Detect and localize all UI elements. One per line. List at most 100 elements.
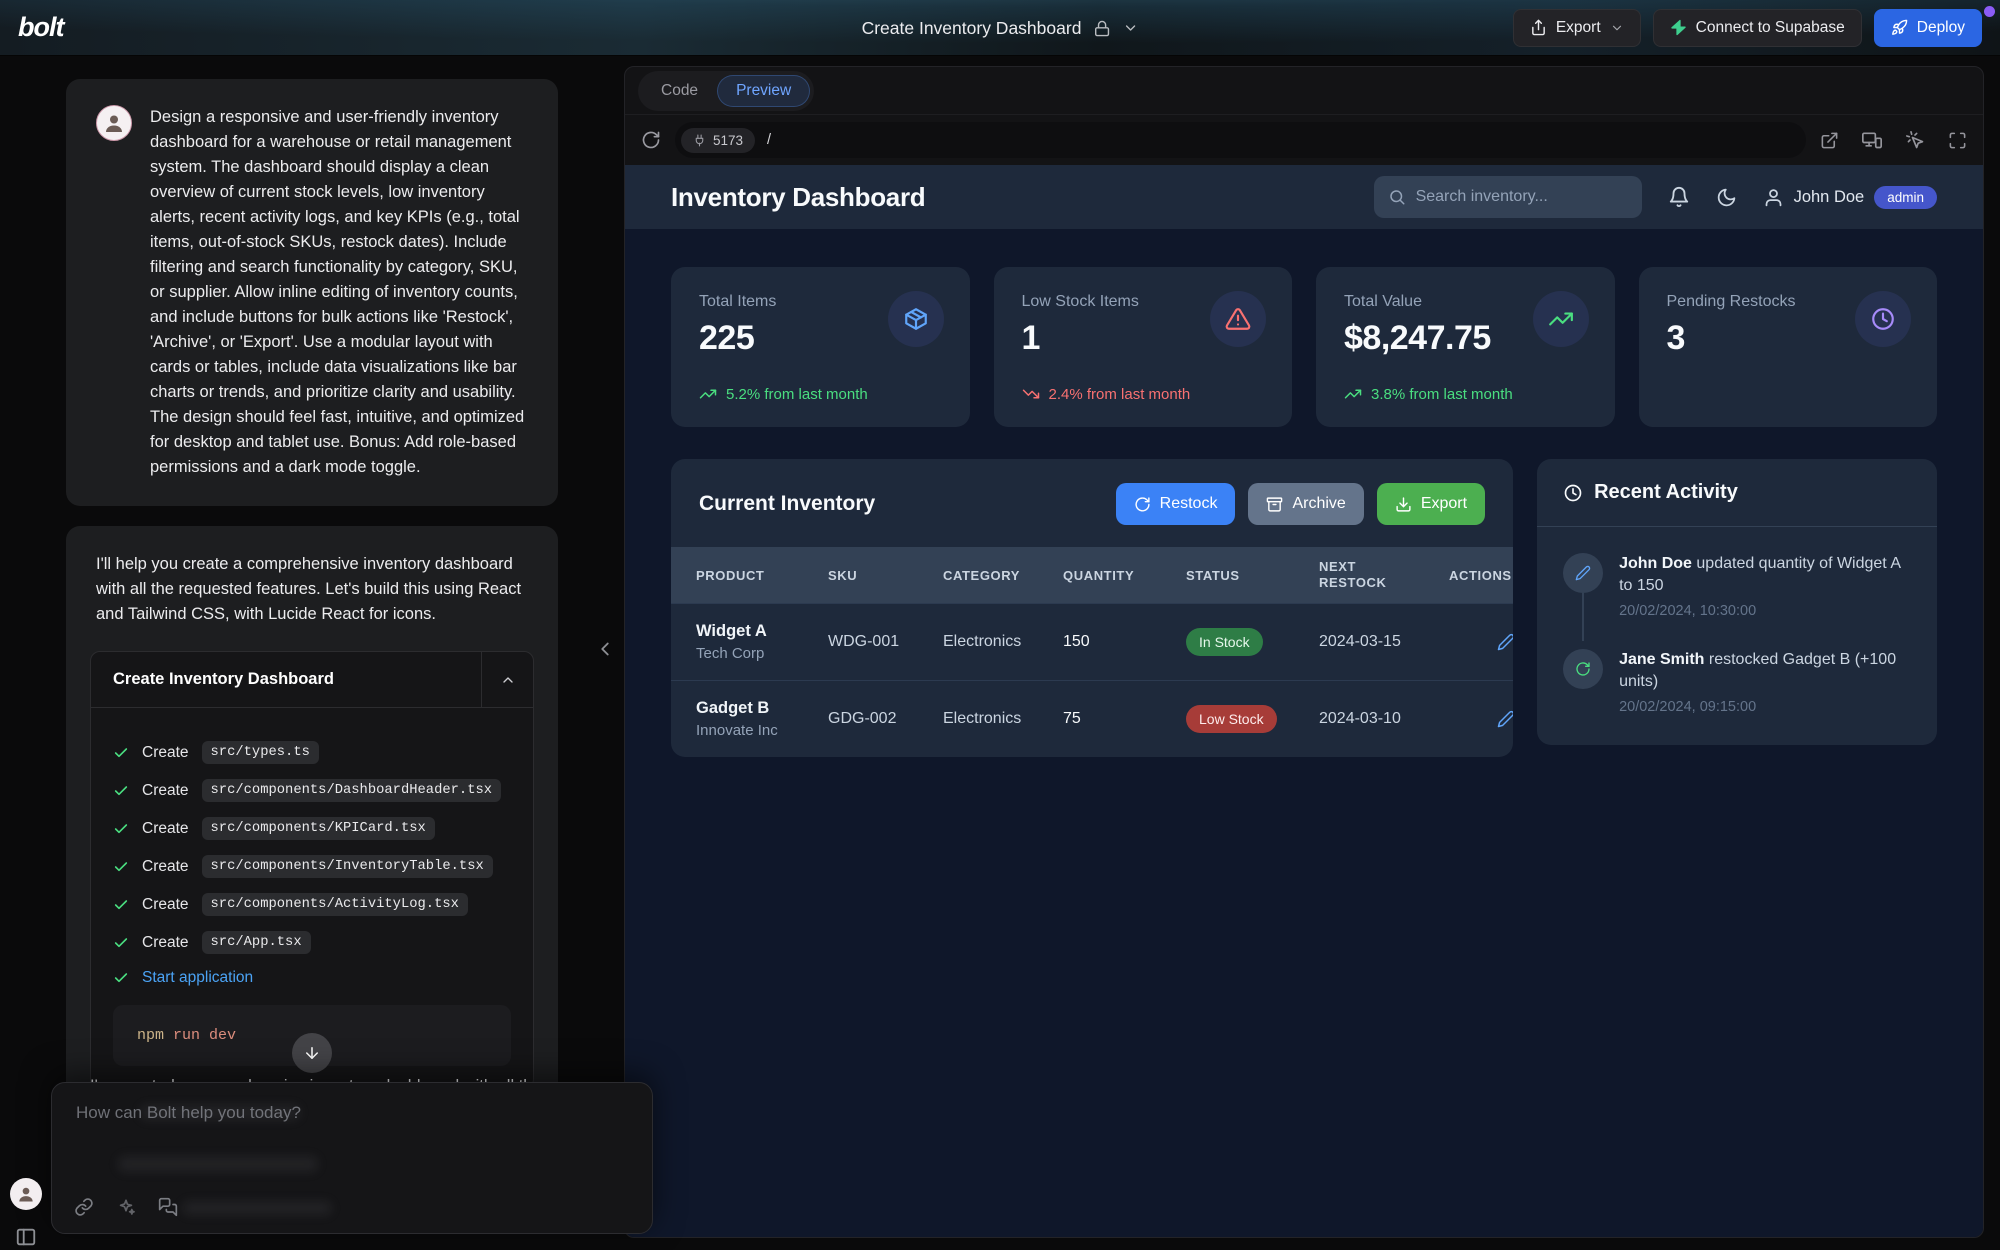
kpi-trend: 5.2% from last month <box>699 385 868 403</box>
export-button[interactable]: Export <box>1513 9 1641 47</box>
start-application-link[interactable]: Start application <box>142 969 253 987</box>
responsive-devices-icon[interactable] <box>1862 130 1882 150</box>
fullscreen-icon[interactable] <box>1948 131 1967 150</box>
column-header: Category <box>943 558 1063 593</box>
clock-icon <box>1563 483 1583 503</box>
redacted-content <box>140 1105 300 1120</box>
activity-header: Recent Activity <box>1537 459 1937 527</box>
sparkles-icon[interactable] <box>116 1197 136 1217</box>
category-cell: Electronics <box>943 633 1063 651</box>
file-chip[interactable]: src/types.ts <box>202 741 319 764</box>
edit-pencil-icon[interactable] <box>1449 710 1513 728</box>
activity-timestamp: 20/02/2024, 10:30:00 <box>1619 603 1911 619</box>
tab-preview[interactable]: Preview <box>717 75 810 107</box>
activity-title: Recent Activity <box>1594 481 1738 504</box>
kpi-grid: Total Items 225 5.2% from last month <box>671 267 1937 427</box>
search-input[interactable] <box>1416 188 1628 206</box>
app-content: Total Items 225 5.2% from last month <box>625 229 1983 1237</box>
account-avatar[interactable] <box>10 1178 42 1210</box>
tab-code[interactable]: Code <box>642 75 717 107</box>
command-args: run dev <box>173 1027 236 1044</box>
url-input[interactable]: 5173 / <box>675 122 1806 158</box>
file-chip[interactable]: src/components/ActivityLog.tsx <box>202 893 468 916</box>
bolt-logo[interactable]: bolt <box>18 12 63 43</box>
start-application-step: Start application <box>113 969 511 987</box>
supplier-name: Tech Corp <box>696 645 820 662</box>
file-chip[interactable]: src/components/InventoryTable.tsx <box>202 855 493 878</box>
task-step: Create src/components/ActivityLog.tsx <box>113 893 511 916</box>
activity-item: Jane Smith restocked Gadget B (+100 unit… <box>1563 649 1911 715</box>
restock-button[interactable]: Restock <box>1116 483 1236 525</box>
archive-button[interactable]: Archive <box>1248 483 1363 525</box>
export-label: Export <box>1556 19 1601 37</box>
plug-icon <box>693 134 706 147</box>
kpi-trend-text: 5.2% from last month <box>726 386 868 403</box>
restock-label: Restock <box>1160 495 1218 513</box>
collapse-chat-chevron-icon[interactable] <box>594 638 616 665</box>
link-icon[interactable] <box>74 1197 94 1217</box>
column-header: Status <box>1186 558 1319 593</box>
supabase-label: Connect to Supabase <box>1696 19 1845 37</box>
refresh-icon <box>1134 496 1151 513</box>
project-title-menu[interactable]: Create Inventory Dashboard <box>862 0 1139 56</box>
collapse-task-card-button[interactable] <box>481 652 533 707</box>
check-icon <box>113 821 129 837</box>
reload-icon[interactable] <box>641 130 661 150</box>
file-chip[interactable]: src/components/KPICard.tsx <box>202 817 435 840</box>
task-card-body: Create src/types.ts Create src/component… <box>91 708 533 1088</box>
step-action: Create <box>142 896 189 914</box>
task-step: Create src/components/InventoryTable.tsx <box>113 855 511 878</box>
trending-up-icon <box>1548 306 1574 332</box>
export-csv-button[interactable]: Export <box>1377 483 1485 525</box>
file-chip[interactable]: src/App.tsx <box>202 931 311 954</box>
user-menu[interactable]: John Doe admin <box>1763 186 1937 209</box>
share-icon <box>1530 19 1547 36</box>
step-action: Create <box>142 782 189 800</box>
chevron-up-icon <box>500 672 516 688</box>
package-icon <box>903 306 929 332</box>
connect-supabase-button[interactable]: Connect to Supabase <box>1653 9 1862 47</box>
step-action: Create <box>142 744 189 762</box>
assistant-intro-text: I'll help you create a comprehensive inv… <box>90 552 534 627</box>
screen: bolt Create Inventory Dashboard Export <box>0 0 2000 1250</box>
arrow-down-icon <box>303 1044 321 1062</box>
task-card-title: Create Inventory Dashboard <box>91 652 481 707</box>
chat-input-box[interactable] <box>51 1082 653 1234</box>
open-external-icon[interactable] <box>1820 131 1839 150</box>
port-badge[interactable]: 5173 <box>681 128 755 153</box>
sidebar-toggle-icon[interactable] <box>15 1226 37 1248</box>
scroll-to-bottom-button[interactable] <box>292 1033 332 1073</box>
preview-frame: Inventory Dashboard <box>625 165 1983 1237</box>
bottom-left-rail <box>10 1178 42 1248</box>
task-step: Create src/components/KPICard.tsx <box>113 817 511 840</box>
bell-icon[interactable] <box>1668 186 1690 208</box>
quantity-cell[interactable]: 150 <box>1063 633 1186 651</box>
kpi-card-total-value: Total Value $8,247.75 3.8% from last mon… <box>1316 267 1615 427</box>
user-avatar <box>96 105 132 141</box>
activity-item: John Doe updated quantity of Widget A to… <box>1563 553 1911 619</box>
quantity-cell[interactable]: 75 <box>1063 710 1186 728</box>
inventory-title: Current Inventory <box>699 492 875 516</box>
next-restock-cell: 2024-03-10 <box>1319 710 1449 728</box>
chat-input-toolbar <box>74 1197 178 1217</box>
trending-up-icon <box>1344 385 1362 403</box>
status-badge: Low Stock <box>1186 705 1277 733</box>
check-icon <box>113 970 129 986</box>
kpi-trend-text: 3.8% from last month <box>1371 386 1513 403</box>
inventory-search[interactable] <box>1374 176 1642 218</box>
clock-icon <box>1870 306 1896 332</box>
activity-timestamp: 20/02/2024, 09:15:00 <box>1619 699 1911 715</box>
sku-cell: GDG-002 <box>828 710 943 728</box>
column-header: Actions <box>1449 558 1513 593</box>
edit-pencil-icon[interactable] <box>1449 633 1513 651</box>
chat-bubbles-icon[interactable] <box>158 1197 178 1217</box>
activity-timeline: John Doe updated quantity of Widget A to… <box>1537 527 1937 745</box>
dark-mode-toggle-moon-icon[interactable] <box>1716 187 1737 208</box>
current-inventory-card: Current Inventory Restock <box>671 459 1513 757</box>
preview-tools <box>1820 130 1967 150</box>
deploy-button[interactable]: Deploy <box>1874 9 1982 47</box>
inspect-element-icon[interactable] <box>1905 130 1925 150</box>
redacted-content <box>118 1156 318 1172</box>
file-chip[interactable]: src/components/DashboardHeader.tsx <box>202 779 502 802</box>
alert-triangle-icon <box>1225 306 1251 332</box>
